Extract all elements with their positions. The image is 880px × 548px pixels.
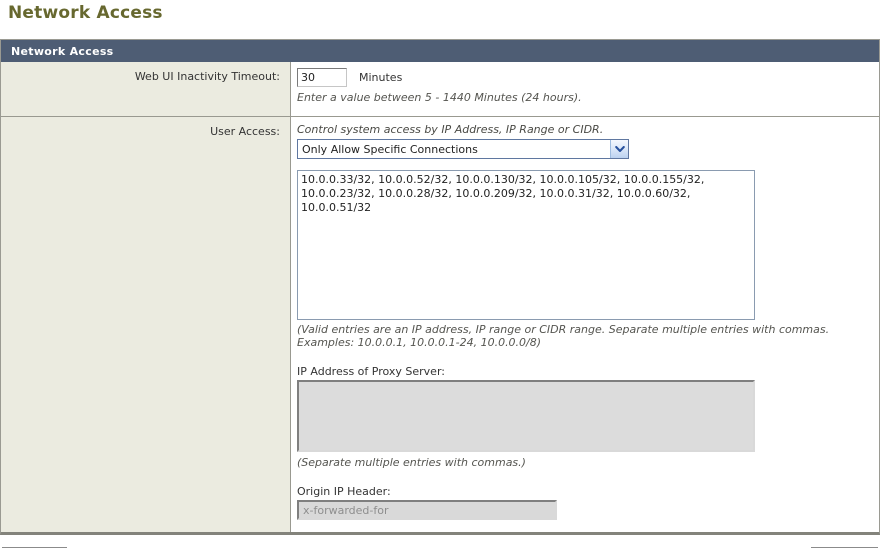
page-title: Network Access bbox=[0, 0, 880, 23]
chevron-down-icon[interactable] bbox=[610, 140, 628, 158]
proxy-server-textarea[interactable] bbox=[297, 380, 755, 452]
proxy-server-label: IP Address of Proxy Server: bbox=[297, 365, 871, 378]
allowed-connections-textarea[interactable]: 10.0.0.33/32, 10.0.0.52/32, 10.0.0.130/3… bbox=[297, 170, 755, 320]
user-access-row: User Access: Control system access by IP… bbox=[1, 116, 879, 532]
timeout-unit-label: Minutes bbox=[359, 71, 402, 84]
timeout-content: Minutes Enter a value between 5 - 1440 M… bbox=[291, 62, 879, 116]
user-access-label: User Access: bbox=[1, 117, 291, 532]
timeout-label: Web UI Inactivity Timeout: bbox=[1, 62, 291, 116]
panel-header: Network Access bbox=[1, 40, 879, 62]
origin-ip-header-label: Origin IP Header: bbox=[297, 485, 871, 498]
network-access-panel: Network Access Web UI Inactivity Timeout… bbox=[0, 39, 880, 535]
user-access-description: Control system access by IP Address, IP … bbox=[297, 123, 871, 136]
allowed-connections-hint: (Valid entries are an IP address, IP ran… bbox=[297, 323, 871, 349]
timeout-hint: Enter a value between 5 - 1440 Minutes (… bbox=[297, 91, 871, 104]
proxy-server-hint: (Separate multiple entries with commas.) bbox=[297, 456, 871, 469]
timeout-row: Web UI Inactivity Timeout: Minutes Enter… bbox=[1, 62, 879, 116]
user-access-mode-selected: Only Allow Specific Connections bbox=[298, 143, 478, 156]
user-access-mode-select[interactable]: Only Allow Specific Connections bbox=[297, 139, 629, 159]
origin-ip-header-input[interactable] bbox=[297, 500, 557, 520]
timeout-input[interactable] bbox=[297, 68, 347, 87]
user-access-content: Control system access by IP Address, IP … bbox=[291, 117, 879, 532]
